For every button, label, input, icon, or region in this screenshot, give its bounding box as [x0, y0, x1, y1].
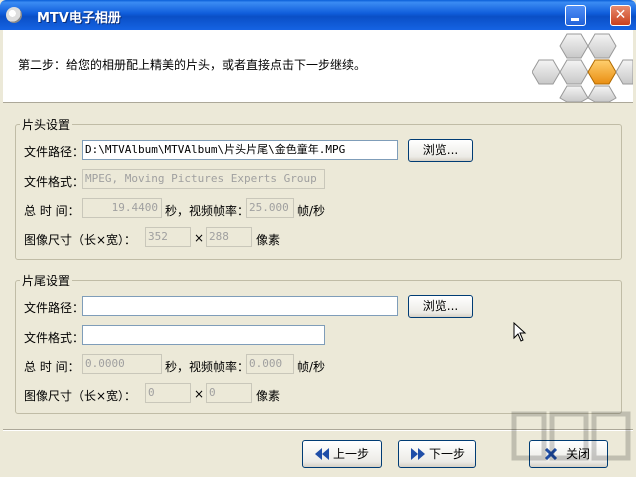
header-fps-field: 25.000 — [246, 198, 294, 218]
minimize-icon — [571, 18, 579, 21]
header-width-field: 352 — [145, 227, 191, 247]
hexagon-logo-icon — [532, 33, 633, 102]
times-sign: × — [194, 231, 205, 245]
window-title: MTV电子相册 — [37, 11, 121, 26]
footer-fps-field: 0.000 — [246, 354, 294, 374]
size-label: 图像尺寸（长×宽）： — [24, 389, 137, 403]
footer-browse-button[interactable]: 浏览... — [408, 295, 473, 318]
footer-height-field: 0 — [206, 383, 252, 403]
pixel-unit: 像素 — [256, 233, 281, 247]
app-icon — [6, 7, 22, 23]
fps-unit: 帧/秒 — [297, 360, 326, 374]
header-browse-button[interactable]: 浏览... — [408, 139, 473, 162]
group-title: 片头设置 — [20, 116, 73, 133]
header-height-field: 288 — [206, 227, 252, 247]
times-sign: × — [194, 387, 205, 401]
double-left-arrow-icon — [315, 448, 329, 460]
format-label: 文件格式： — [24, 331, 85, 345]
prev-step-label: 上一步 — [333, 447, 370, 461]
header-banner: 第二步：给您的相册配上精美的片头，或者直接点击下一步继续。 — [3, 30, 633, 103]
minimize-button[interactable] — [565, 5, 586, 26]
double-right-arrow-icon — [411, 448, 425, 460]
close-icon: ✕ — [614, 7, 627, 23]
step-instruction: 第二步：给您的相册配上精美的片头，或者直接点击下一步继续。 — [18, 58, 367, 72]
footer-format-field — [82, 325, 325, 345]
format-label: 文件格式： — [24, 175, 85, 189]
footer-duration-field: 0.0000 — [82, 354, 162, 374]
size-label: 图像尺寸（长×宽）： — [24, 233, 137, 247]
group-title: 片尾设置 — [20, 272, 73, 289]
duration-label: 总 时 间： — [24, 204, 80, 218]
header-duration-field: 19.4400 — [82, 198, 162, 218]
header-format-field: MPEG, Moving Pictures Experts Group — [82, 169, 325, 189]
duration-label: 总 时 间： — [24, 360, 80, 374]
footer-path-input[interactable] — [82, 296, 398, 316]
header-path-input[interactable]: D:\MTVAlbum\MTVAlbum\片头片尾\金色童年.MPG — [82, 140, 398, 160]
watermark-logo-icon — [511, 411, 631, 461]
prev-step-button[interactable]: 上一步 — [302, 440, 382, 468]
fps-unit: 帧/秒 — [297, 204, 326, 218]
title-bar[interactable]: MTV电子相册 ✕ — [0, 0, 636, 30]
path-label: 文件路径： — [24, 301, 85, 315]
fps-label: 秒，视频帧率： — [165, 204, 250, 218]
fps-label: 秒，视频帧率： — [165, 360, 250, 374]
next-step-button[interactable]: 下一步 — [398, 440, 476, 468]
next-step-label: 下一步 — [429, 447, 466, 461]
footer-width-field: 0 — [145, 383, 191, 403]
path-label: 文件路径： — [24, 145, 85, 159]
close-window-button[interactable]: ✕ — [610, 5, 631, 26]
mouse-cursor-icon — [513, 322, 527, 342]
pixel-unit: 像素 — [256, 389, 281, 403]
